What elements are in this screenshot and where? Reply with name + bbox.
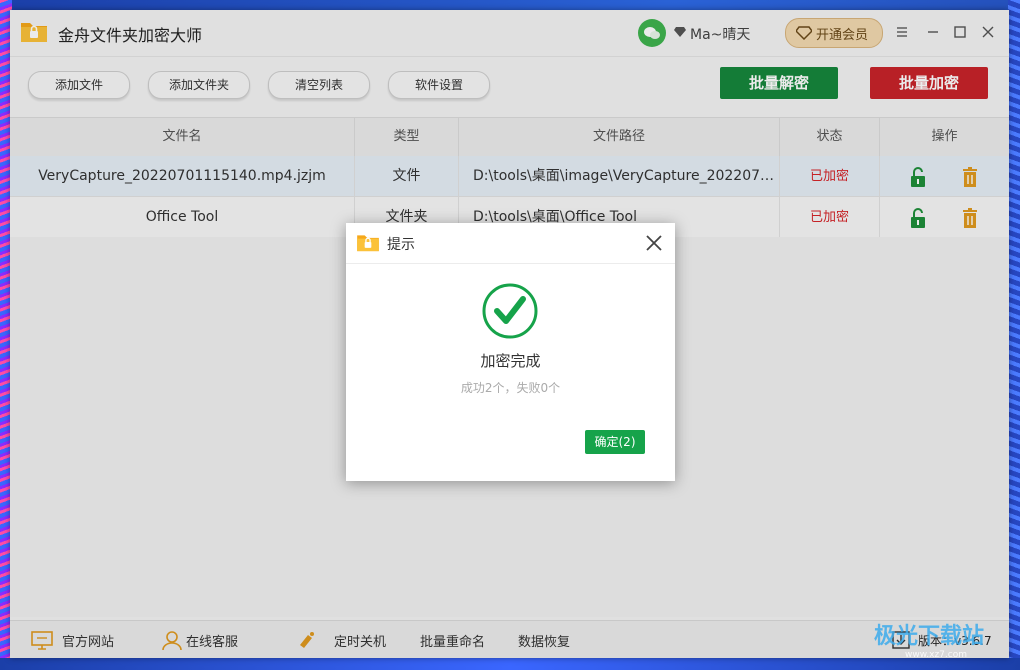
desktop-wallpaper-right [1008,0,1020,670]
dialog-message: 加密完成 [480,352,541,370]
folder-lock-icon [357,235,379,252]
watermark-text: 极光下载站 [874,624,985,649]
watermark-url: www.xz7.com [905,650,967,660]
dialog-header: 提示 [346,223,675,264]
prompt-dialog: 提示 加密完成 成功2个，失败0个 确定(2) [346,223,675,481]
desktop-wallpaper-bottom [0,658,1020,670]
dialog-detail: 成功2个，失败0个 [460,381,561,395]
confirm-button[interactable]: 确定(2) [585,430,645,454]
close-icon[interactable] [644,233,664,253]
success-check-icon [482,283,538,339]
dialog-title: 提示 [387,237,415,253]
